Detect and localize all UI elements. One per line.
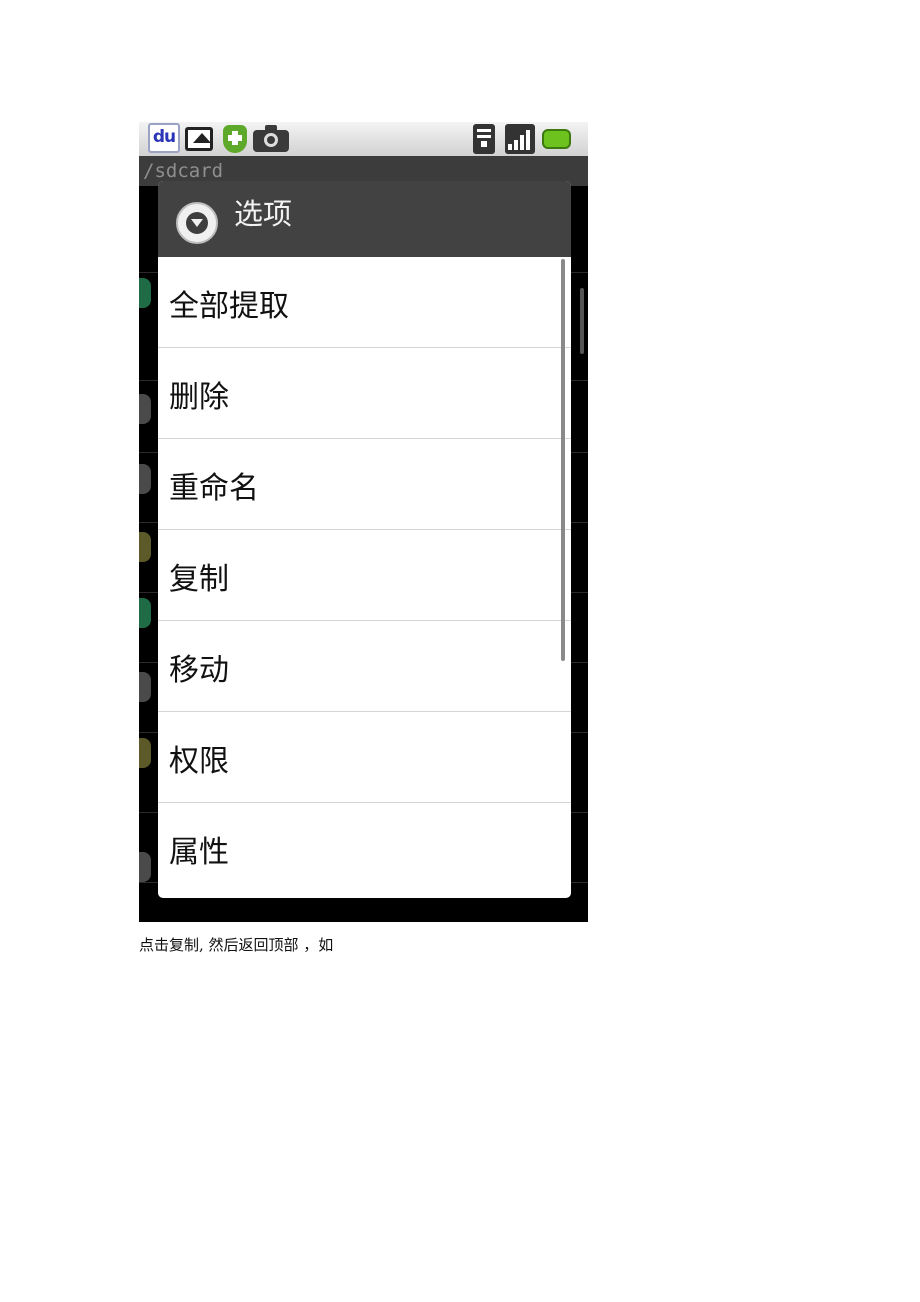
- menu-item-label: 复制: [169, 562, 229, 597]
- baidu-icon: du: [148, 123, 180, 153]
- menu-item-properties[interactable]: 属性: [158, 803, 571, 894]
- file-icon: [139, 852, 151, 882]
- list-scrollbar[interactable]: [580, 288, 584, 354]
- current-path: /sdcard: [143, 160, 224, 182]
- menu-item-label: 移动: [169, 653, 229, 688]
- menu-item-copy[interactable]: 复制: [158, 530, 571, 621]
- status-bar: du: [139, 122, 588, 156]
- dialog-header: 选项: [158, 181, 571, 257]
- phone-screen: du /sdcard 选项 全部提取 删除 重命名 复制 移动 权限 属性: [139, 122, 588, 922]
- dialog-scrollbar[interactable]: [561, 259, 565, 661]
- menu-item-delete[interactable]: 删除: [158, 348, 571, 439]
- menu-item-permissions[interactable]: 权限: [158, 712, 571, 803]
- options-menu: 全部提取 删除 重命名 复制 移动 权限 属性: [158, 257, 571, 894]
- shield-icon: [223, 125, 247, 153]
- apk-file-icon: [139, 738, 151, 768]
- music-file-icon: [139, 278, 151, 308]
- menu-item-label: 重命名: [169, 471, 259, 506]
- wifi-icon: [473, 124, 495, 154]
- file-icon: [139, 394, 151, 424]
- menu-item-extract-all[interactable]: 全部提取: [158, 257, 571, 348]
- menu-item-label: 属性: [169, 835, 229, 870]
- menu-item-rename[interactable]: 重命名: [158, 439, 571, 530]
- caption-text: 点击复制, 然后返回顶部 ，如: [139, 936, 334, 954]
- signal-icon: [505, 124, 535, 154]
- menu-item-label: 全部提取: [169, 289, 289, 324]
- file-icon: [139, 672, 151, 702]
- file-icon: [139, 464, 151, 494]
- menu-item-label: 删除: [169, 380, 229, 415]
- apk-file-icon: [139, 532, 151, 562]
- options-menu-icon: [176, 202, 218, 244]
- gallery-icon: [185, 127, 213, 151]
- dialog-title: 选项: [234, 197, 293, 231]
- battery-icon: [542, 129, 571, 149]
- options-dialog: 选项 全部提取 删除 重命名 复制 移动 权限 属性: [158, 181, 571, 898]
- camera-icon: [253, 125, 289, 152]
- menu-item-label: 权限: [169, 744, 229, 779]
- menu-item-move[interactable]: 移动: [158, 621, 571, 712]
- music-file-icon: [139, 598, 151, 628]
